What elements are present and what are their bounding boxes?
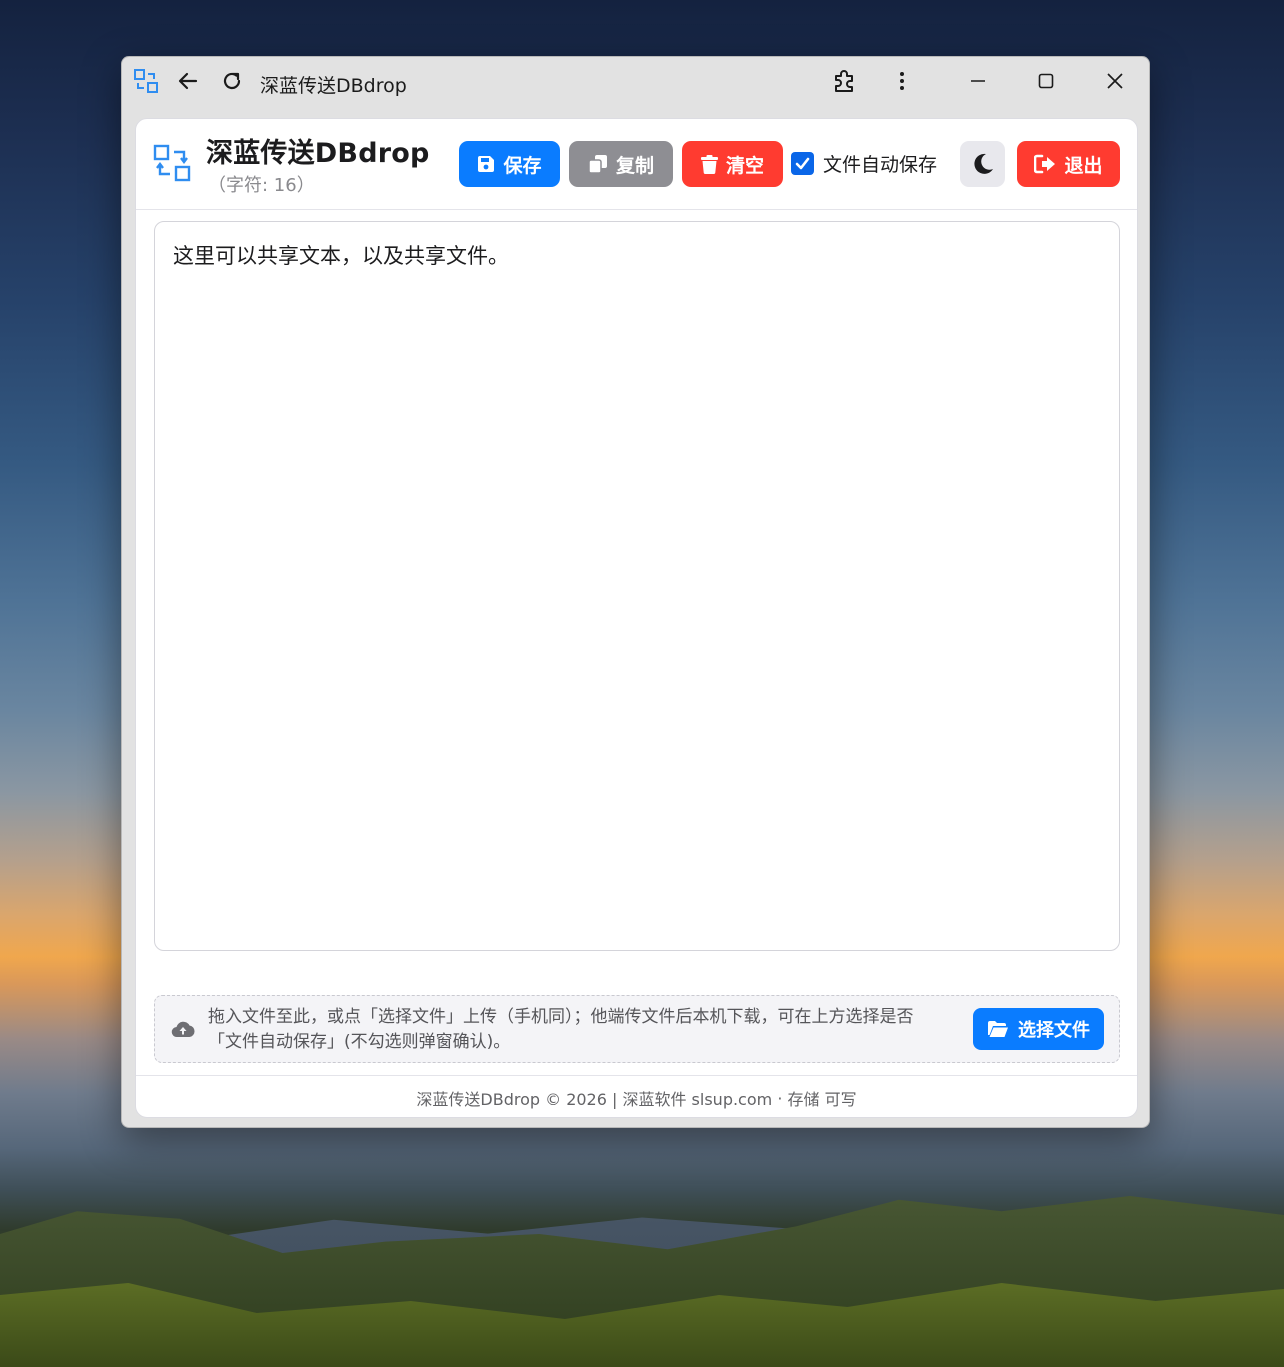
- copy-icon: [588, 155, 607, 174]
- char-count: （字符: 16）: [208, 175, 315, 196]
- choose-file-button[interactable]: 选择文件: [973, 1008, 1104, 1050]
- exit-button[interactable]: 退出: [1017, 141, 1120, 187]
- app-title: 深蓝传送DBdrop: [206, 138, 430, 169]
- footer-separator: ·: [772, 1088, 788, 1108]
- file-drop-zone[interactable]: 拖入文件至此，或点「选择文件」上传（手机同）；他端传文件后本机下载，可在上方选择…: [154, 995, 1120, 1063]
- clear-label: 清空: [725, 154, 764, 177]
- app-icon: [124, 57, 168, 105]
- sign-out-icon: [1034, 154, 1056, 174]
- close-icon: [1107, 73, 1123, 89]
- theme-toggle-button[interactable]: [960, 141, 1005, 187]
- maximize-button[interactable]: [1024, 57, 1068, 105]
- text-editor[interactable]: 这里可以共享文本，以及共享文件。: [154, 221, 1120, 951]
- minimize-button[interactable]: [956, 57, 1000, 105]
- minimize-icon: [971, 80, 985, 82]
- drop-instructions: 拖入文件至此，或点「选择文件」上传（手机同）；他端传文件后本机下载，可在上方选择…: [208, 1005, 968, 1055]
- cloud-upload-icon: [171, 1020, 195, 1042]
- extensions-button[interactable]: [822, 57, 866, 105]
- autosave-checkbox[interactable]: [791, 152, 814, 175]
- maximize-icon: [1038, 73, 1054, 89]
- reload-icon: [223, 72, 241, 90]
- back-icon: [178, 72, 198, 90]
- title-bar: 深蓝传送DBdrop: [122, 57, 1149, 105]
- more-options-button[interactable]: [880, 57, 924, 105]
- clear-button[interactable]: 清空: [682, 141, 783, 187]
- copy-button[interactable]: 复制: [569, 141, 673, 187]
- exit-label: 退出: [1064, 154, 1103, 177]
- storage-status: 存储 可写: [787, 1090, 857, 1109]
- autosave-label: 文件自动保存: [823, 154, 938, 176]
- footer-copyright: 深蓝传送DBdrop © 2026 | 深蓝软件 slsup.com: [416, 1090, 773, 1109]
- window-title: 深蓝传送DBdrop: [260, 75, 407, 97]
- autosave-toggle[interactable]: 文件自动保存: [791, 150, 937, 177]
- trash-icon: [700, 154, 718, 174]
- back-button[interactable]: [166, 57, 210, 105]
- checkmark-icon: [795, 157, 810, 170]
- save-label: 保存: [503, 154, 542, 177]
- folder-open-icon: [988, 1021, 1008, 1037]
- floppy-disk-icon: [478, 156, 495, 172]
- moon-icon: [973, 153, 993, 174]
- save-button[interactable]: 保存: [459, 141, 560, 187]
- app-header: 深蓝传送DBdrop （字符: 16） 保存 复制 清空 文件自动保存 退出: [136, 119, 1137, 210]
- footer: 深蓝传送DBdrop © 2026 | 深蓝软件 slsup.com · 存储 …: [136, 1075, 1137, 1117]
- extensions-icon: [835, 70, 853, 92]
- drop-instructions-line1: 拖入文件至此，或点「选择文件」上传（手机同）；他端传文件后本机下载，可在上方选择…: [208, 1007, 914, 1027]
- browser-window: 深蓝传送DBdrop 深蓝传送DBdrop （字符: 16） 保存 复制 清空 …: [121, 56, 1150, 1128]
- close-window-button[interactable]: [1093, 57, 1137, 105]
- more-vert-icon: [900, 72, 904, 90]
- choose-file-label: 选择文件: [1018, 1020, 1090, 1041]
- app-panel: 深蓝传送DBdrop （字符: 16） 保存 复制 清空 文件自动保存 退出 这…: [135, 118, 1138, 1118]
- copy-label: 复制: [615, 154, 654, 177]
- drop-instructions-line2: 「文件自动保存」(不勾选则弹窗确认)。: [208, 1032, 511, 1052]
- logo-icon: [152, 143, 192, 187]
- reload-button[interactable]: [210, 57, 254, 105]
